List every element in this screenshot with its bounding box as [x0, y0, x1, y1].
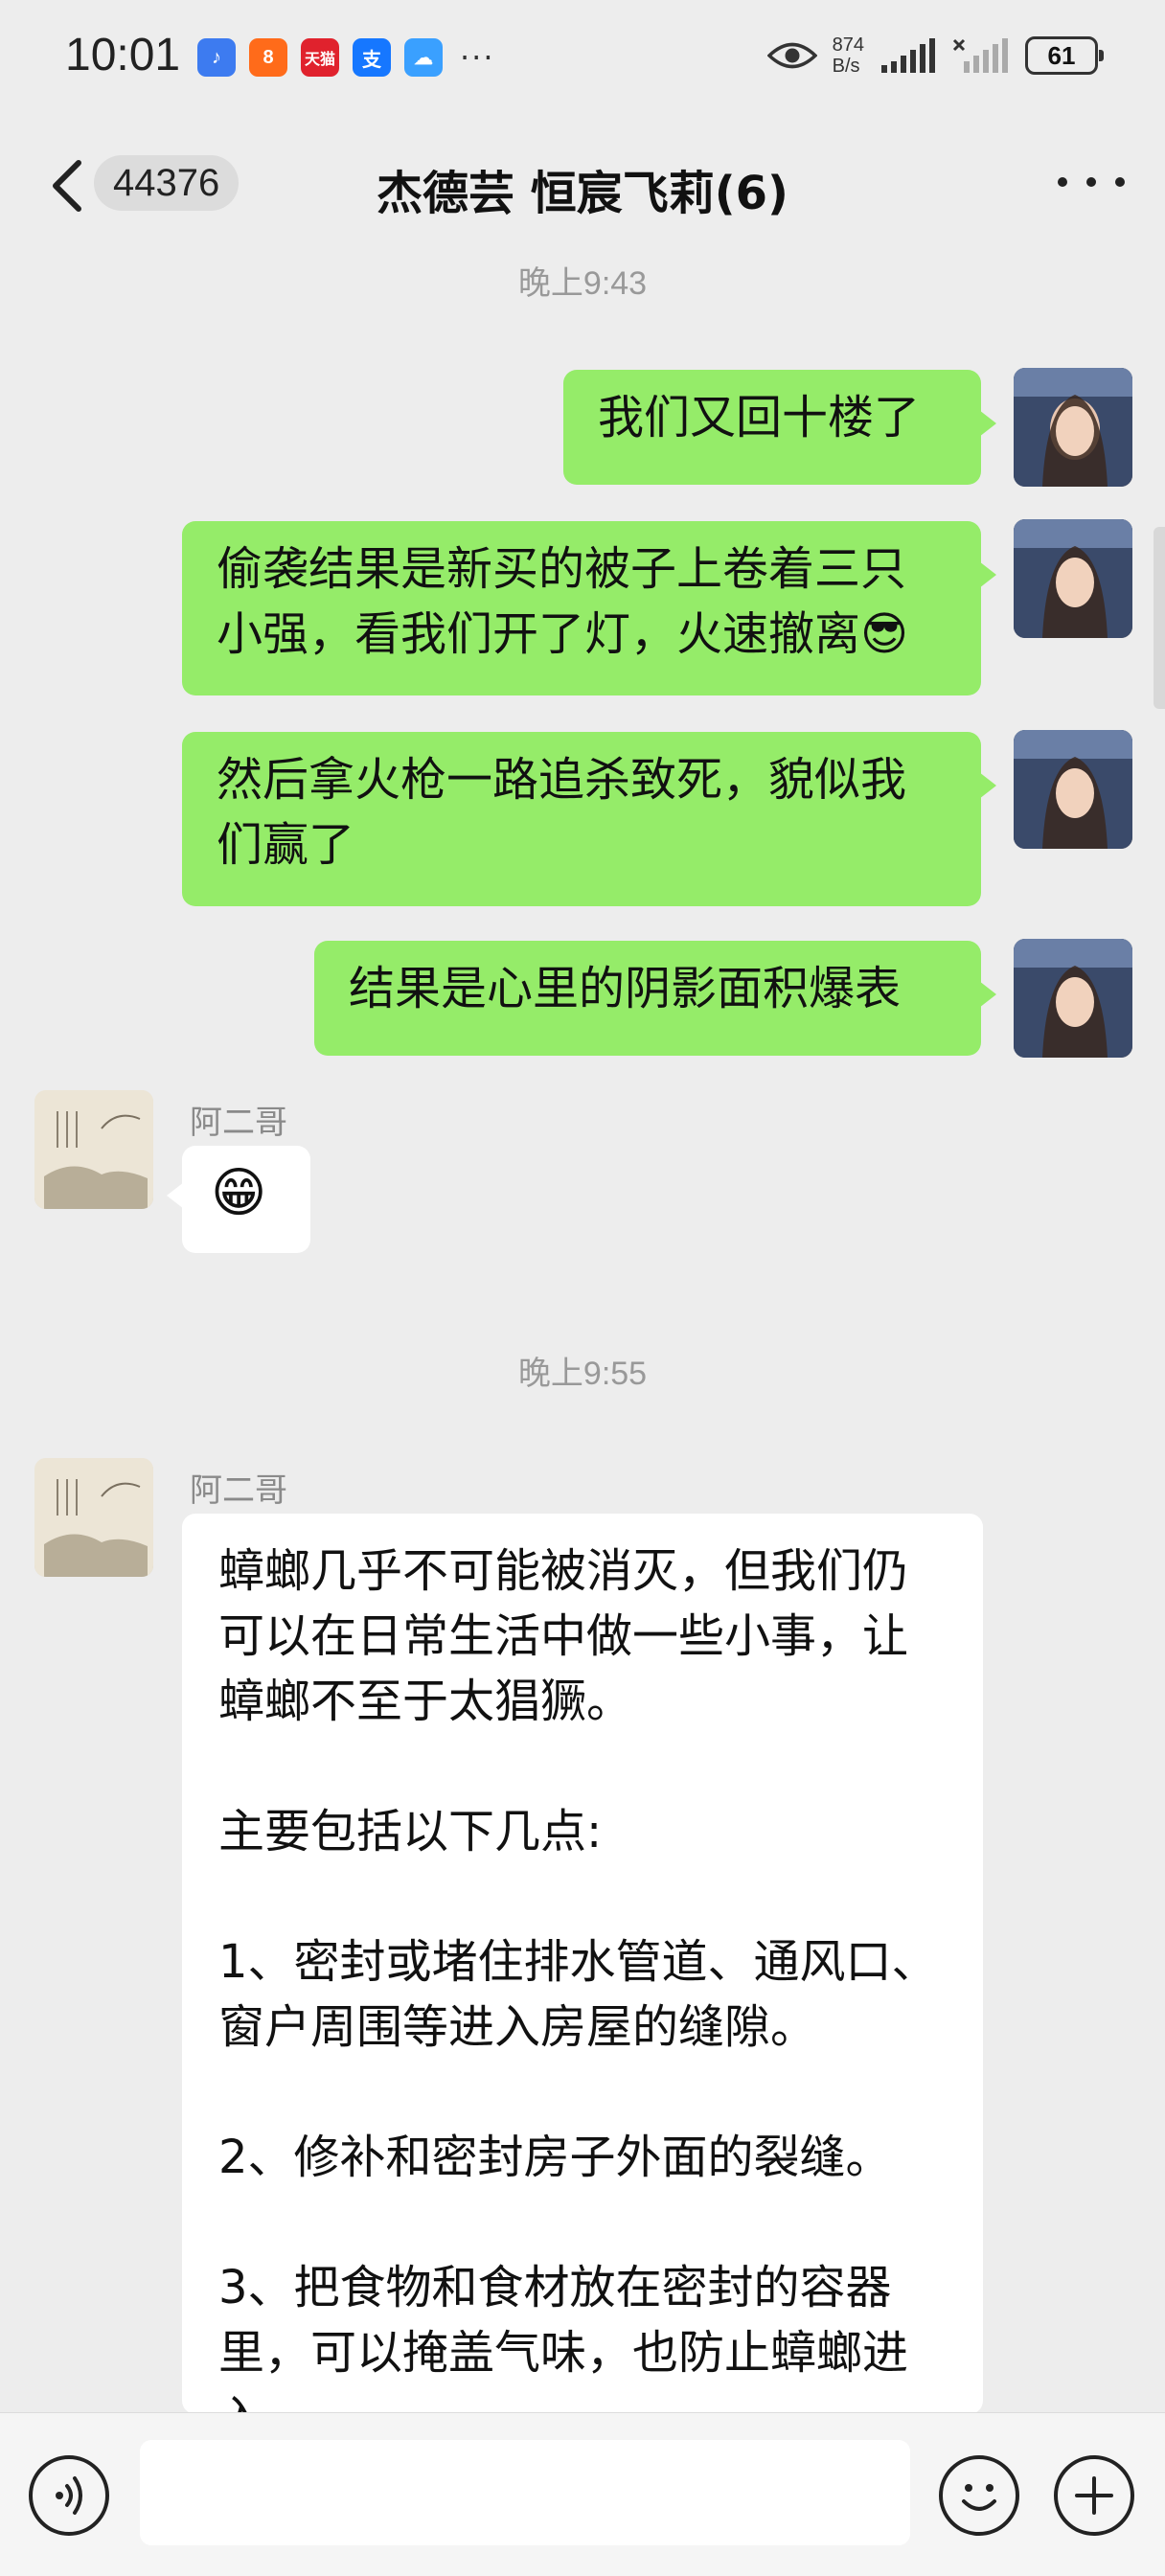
status-more-icon: ··· [460, 39, 495, 76]
avatar-photo-icon [1014, 939, 1132, 1058]
tmall-icon: 天猫 [301, 38, 339, 77]
avatar-other[interactable] [34, 1458, 153, 1577]
chat-header: 44376 杰德芸 恒宸飞莉(6) [0, 134, 1165, 230]
net-speed-unit: B/s [832, 56, 860, 77]
avatar-painting-icon [34, 1458, 153, 1577]
scrollbar[interactable] [1154, 527, 1165, 709]
battery-icon: 61 [1025, 36, 1104, 75]
signal-icon [881, 38, 935, 73]
more-options-icon[interactable] [1058, 163, 1125, 201]
message-bubble-sent[interactable]: 然后拿火枪一路追杀致死，貌似我们赢了 [182, 732, 996, 906]
avatar-me[interactable] [1014, 730, 1132, 849]
message-bubble-received[interactable]: 蟑螂几乎不可能被消灭，但我们仍可以在日常生活中做一些小事，让蟑螂不至于太猖獗。 … [182, 1514, 983, 2414]
avatar-photo-icon [1014, 368, 1132, 487]
smiley-icon [962, 2484, 996, 2511]
weather-icon: ☁ [404, 38, 443, 77]
timestamp: 晚上9:43 [517, 265, 648, 302]
chat-title: 杰德芸 恒宸飞莉(6) [377, 167, 788, 220]
message-input[interactable] [140, 2440, 910, 2545]
timestamp: 晚上9:55 [517, 1356, 648, 1392]
avatar-me[interactable] [1014, 368, 1132, 487]
sender-name: 阿二哥 [190, 1471, 287, 1510]
status-app-icons: ♪ 8 天猫 支 ☁ ··· [197, 38, 495, 77]
sender-name: 阿二哥 [190, 1104, 287, 1142]
input-bar [0, 2412, 1165, 2576]
status-bar: 10:01 ♪ 8 天猫 支 ☁ ··· 874 B/s 61 [0, 0, 1165, 115]
alipay-icon: 支 [353, 38, 391, 77]
plus-icon [1075, 2476, 1113, 2515]
voice-icon [56, 2476, 82, 2515]
signal-no-service-icon [952, 38, 1008, 73]
avatar-me[interactable] [1014, 939, 1132, 1058]
status-time: 10:01 [65, 30, 181, 80]
message-bubble-received[interactable]: 😁 [167, 1146, 310, 1253]
emoji-button[interactable] [939, 2455, 1019, 2536]
qq-music-icon: ♪ [197, 38, 236, 77]
avatar-photo-icon [1014, 519, 1132, 638]
avatar-other[interactable] [34, 1090, 153, 1209]
net-speed: 874 B/s [833, 34, 864, 77]
net-speed-value: 874 [832, 34, 864, 56]
message-bubble-sent[interactable]: 结果是心里的阴影面积爆表 [314, 941, 996, 1056]
message-bubble-sent[interactable]: 我们又回十楼了 [563, 370, 996, 485]
app-icon-88: 8 [249, 38, 287, 77]
avatar-photo-icon [1014, 730, 1132, 849]
status-right: 874 B/s 61 [766, 34, 1104, 77]
avatar-me[interactable] [1014, 519, 1132, 638]
voice-input-button[interactable] [29, 2455, 109, 2536]
more-functions-button[interactable] [1054, 2455, 1134, 2536]
avatar-painting-icon [34, 1090, 153, 1209]
eye-icon [766, 42, 817, 69]
message-bubble-sent[interactable]: 偷袭结果是新买的被子上卷着三只小强，看我们开了灯，火速撤离😎 [182, 521, 996, 695]
